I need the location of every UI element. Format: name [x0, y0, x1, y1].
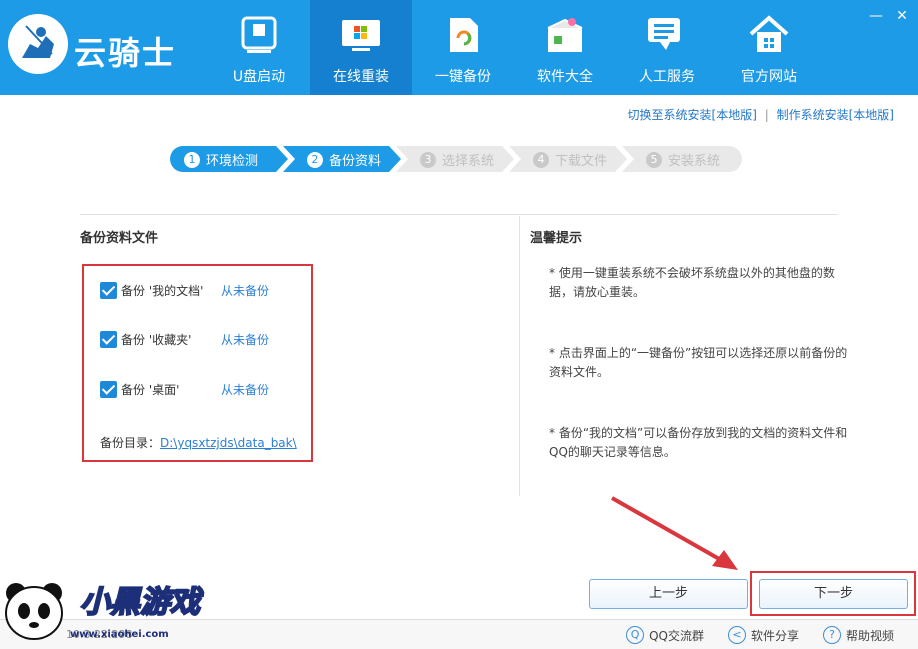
step-install-system: 5 安装系统 [622, 146, 742, 172]
footer-link-label: QQ交流群 [649, 628, 704, 643]
step-label: 备份资料 [329, 154, 382, 169]
nav-item-manual-service[interactable]: 人工服务 [616, 0, 718, 95]
app-title: 云骑士 [74, 34, 177, 72]
tip-text: * 使用一键重装系统不会破坏系统盘以外的其他盘的数据，请放心重装。 [549, 266, 835, 299]
nav-item-one-click-backup[interactable]: 一键备份 [412, 0, 514, 95]
backup-item-label: 备份 '我的文档' [121, 284, 204, 298]
backup-section-title: 备份资料文件 [80, 231, 159, 246]
step-label: 下载文件 [555, 154, 608, 169]
minimize-button[interactable]: — [868, 8, 884, 24]
backup-item-documents: 备份 '我的文档' 从未备份 [100, 282, 269, 299]
window-controls: — ✕ [868, 8, 910, 24]
red-arrow-annotation [611, 496, 738, 570]
qq-icon: Q [626, 626, 645, 644]
install-mode-links: 切换至系统安装[本地版] | 制作系统安装[本地版] [628, 106, 894, 123]
chat-support-icon [648, 18, 680, 50]
backup-item-label: 备份 '桌面' [121, 383, 180, 397]
tip-text: * 点击界面上的“一键备份”按钮可以选择还原以前备份的资料文件。 [549, 346, 848, 379]
qq-group-link[interactable]: Q QQ交流群 [626, 626, 704, 644]
nav-label: U盘启动 [232, 69, 286, 85]
documents-checkbox[interactable] [100, 282, 117, 299]
watermark-text: 小黑游戏 [79, 584, 201, 621]
nav-item-software[interactable]: 软件大全 [514, 0, 616, 95]
usb-drive-icon [241, 16, 277, 53]
panel-divider [519, 216, 520, 496]
footer-link-label: 软件分享 [750, 628, 799, 643]
software-share-link[interactable]: < 软件分享 [727, 626, 799, 644]
share-icon: < [727, 626, 746, 644]
main-nav: U盘启动 在线重装 一键备份 软件大全 人工服务 官方网站 [208, 0, 820, 95]
home-icon [749, 15, 789, 52]
step-environment-check: 1 环境检测 [170, 146, 288, 172]
nav-label: 一键备份 [435, 69, 491, 85]
step-choose-system: 3 选择系统 [396, 146, 514, 172]
step-download-files: 4 下载文件 [509, 146, 627, 172]
backup-item-label: 备份 '收藏夹' [121, 333, 192, 347]
windows-monitor-icon [342, 20, 380, 51]
desktop-checkbox[interactable] [100, 381, 117, 398]
nav-label: 在线重装 [333, 69, 389, 85]
nav-item-usb-boot[interactable]: U盘启动 [208, 0, 310, 95]
nav-label: 软件大全 [537, 69, 593, 85]
step-backup-data: 2 备份资料 [283, 146, 401, 172]
close-button[interactable]: ✕ [894, 8, 910, 24]
backup-status-link[interactable]: 从未备份 [221, 282, 269, 299]
step-number: 4 [533, 151, 549, 168]
nav-label: 官方网站 [741, 69, 797, 85]
make-local-install-link[interactable]: 制作系统安装[本地版] [777, 108, 894, 122]
progress-steps: 1 环境检测 2 备份资料 3 选择系统 4 下载文件 5 安装系统 [170, 146, 742, 172]
link-separator: | [764, 108, 769, 122]
switch-local-install-link[interactable]: 切换至系统安装[本地版] [628, 108, 757, 122]
step-label: 环境检测 [206, 154, 259, 169]
site-watermark: 小黑游戏 www.xiaohei.com [0, 575, 201, 649]
step-number: 1 [184, 151, 200, 168]
backup-dir-label: 备份目录： [100, 436, 161, 450]
step-number: 5 [646, 151, 662, 168]
nav-item-official-site[interactable]: 官方网站 [718, 0, 820, 95]
step-number: 3 [420, 151, 436, 168]
help-video-link[interactable]: ? 帮助视频 [822, 626, 894, 644]
footer-link-label: 帮助视频 [845, 628, 894, 643]
content-divider [80, 214, 838, 215]
step-label: 选择系统 [442, 154, 495, 169]
previous-step-button[interactable]: 上一步 [589, 579, 748, 609]
backup-options-box: 备份 '我的文档' 从未备份 备份 '收藏夹' 从未备份 备份 '桌面' 从未备… [82, 264, 313, 462]
header-bar: 云骑士 U盘启动 在线重装 一键备份 软件大全 人工服务 官方网站 — ✕ [0, 0, 918, 95]
help-icon: ? [822, 626, 841, 644]
nav-label: 人工服务 [639, 69, 695, 85]
backup-status-link[interactable]: 从未备份 [221, 331, 269, 348]
backup-item-desktop: 备份 '桌面' 从未备份 [100, 381, 269, 398]
favorites-checkbox[interactable] [100, 331, 117, 348]
tip-text: * 备份“我的文档”可以备份存放到我的文档的资料文件和QQ的聊天记录等信息。 [549, 426, 848, 459]
backup-directory: 备份目录：D:\yqsxtzjds\data_bak\ [100, 434, 297, 451]
step-label: 安装系统 [668, 154, 721, 169]
software-box-icon [547, 18, 583, 52]
knight-logo-icon [8, 14, 68, 74]
nav-item-online-reinstall[interactable]: 在线重装 [310, 0, 412, 95]
step-number: 2 [307, 151, 323, 168]
backup-status-link[interactable]: 从未备份 [221, 381, 269, 398]
app-logo: 云骑士 [8, 10, 208, 84]
backup-item-favorites: 备份 '收藏夹' 从未备份 [100, 331, 269, 348]
next-step-button[interactable]: 下一步 [759, 579, 908, 609]
tips-title: 温馨提示 [530, 231, 583, 246]
panda-mascot-icon [5, 583, 63, 640]
watermark-url: www.xiaohei.com [70, 629, 169, 640]
footer-links: Q QQ交流群 < 软件分享 ? 帮助视频 [626, 626, 894, 644]
backup-file-icon [450, 18, 478, 52]
backup-dir-path-link[interactable]: D:\yqsxtzjds\data_bak\ [160, 436, 297, 450]
